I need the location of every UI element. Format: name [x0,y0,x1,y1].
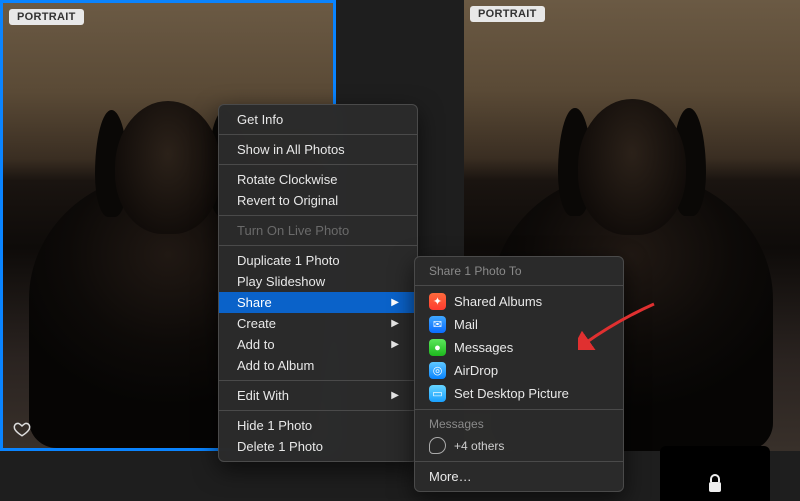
menu-share[interactable]: Share ▶ [219,292,417,313]
menu-add-to-album[interactable]: Add to Album [219,355,417,376]
chevron-right-icon: ▶ [391,318,399,329]
share-set-desktop-picture[interactable]: ▭ Set Desktop Picture [415,382,623,405]
menu-play-slideshow[interactable]: Play Slideshow [219,271,417,292]
menu-edit-with[interactable]: Edit With ▶ [219,385,417,406]
menu-separator [219,134,417,135]
messages-contacts-row[interactable]: +4 others [415,434,623,457]
share-submenu: Share 1 Photo To ✦ Shared Albums ✉ Mail … [414,256,624,492]
menu-hide-photo[interactable]: Hide 1 Photo [219,415,417,436]
share-mail[interactable]: ✉ Mail [415,313,623,336]
context-menu: Get Info Show in All Photos Rotate Clock… [218,104,418,462]
others-count: +4 others [454,439,609,453]
lock-icon [707,473,723,493]
menu-rotate-clockwise[interactable]: Rotate Clockwise [219,169,417,190]
menu-separator [219,215,417,216]
menu-separator [415,461,623,462]
messages-icon: ● [429,339,446,356]
share-messages[interactable]: ● Messages [415,336,623,359]
menu-get-info[interactable]: Get Info [219,109,417,130]
menu-separator [219,410,417,411]
mail-icon: ✉ [429,316,446,333]
menu-separator [219,380,417,381]
share-more[interactable]: More… [415,466,623,487]
menu-separator [415,409,623,410]
menu-revert-to-original[interactable]: Revert to Original [219,190,417,211]
desktop-icon: ▭ [429,385,446,402]
portrait-badge: PORTRAIT [470,6,545,22]
shared-albums-icon: ✦ [429,293,446,310]
chevron-right-icon: ▶ [391,390,399,401]
lock-screen-preview [660,446,770,501]
menu-show-in-all-photos[interactable]: Show in All Photos [219,139,417,160]
share-airdrop[interactable]: ◎ AirDrop [415,359,623,382]
menu-add-to[interactable]: Add to ▶ [219,334,417,355]
share-shared-albums[interactable]: ✦ Shared Albums [415,290,623,313]
messages-section-header: Messages [415,414,623,434]
menu-separator [219,245,417,246]
airdrop-icon: ◎ [429,362,446,379]
menu-separator [415,285,623,286]
favorite-icon[interactable] [13,420,31,438]
menu-duplicate[interactable]: Duplicate 1 Photo [219,250,417,271]
menu-create[interactable]: Create ▶ [219,313,417,334]
menu-delete-photo[interactable]: Delete 1 Photo [219,436,417,457]
menu-separator [219,164,417,165]
portrait-badge: PORTRAIT [9,9,84,25]
menu-turn-on-live-photo: Turn On Live Photo [219,220,417,241]
share-header: Share 1 Photo To [415,261,623,281]
chat-bubble-icon [429,437,446,454]
chevron-right-icon: ▶ [391,297,399,308]
chevron-right-icon: ▶ [391,339,399,350]
